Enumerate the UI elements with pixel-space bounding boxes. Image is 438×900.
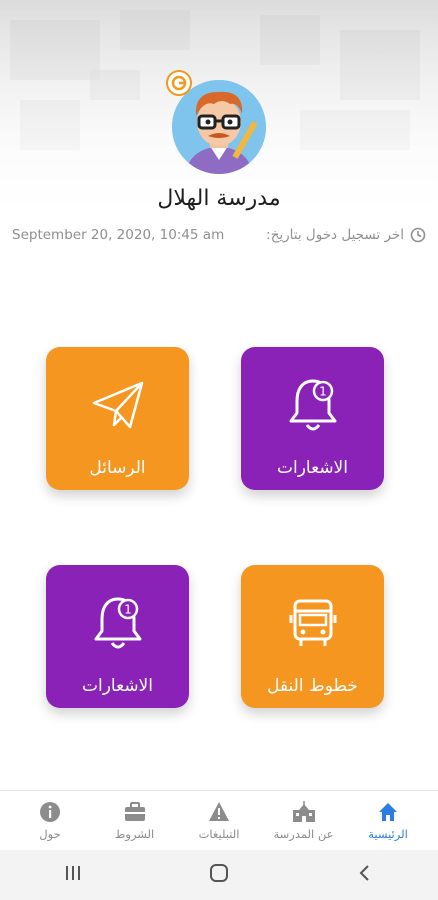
nav-about-school[interactable]: عن المدرسة <box>262 791 346 851</box>
bus-icon <box>289 599 336 646</box>
messages-tile[interactable]: الرسائل <box>46 347 189 490</box>
notifications-tile-2[interactable]: 1 الاشعارات <box>46 565 189 708</box>
briefcase-icon <box>124 802 145 821</box>
school-icon <box>292 801 315 822</box>
nav-terms-label: الشروط <box>114 827 155 841</box>
nav-reports[interactable]: التبليغات <box>177 791 261 851</box>
chevron-left-icon <box>359 865 370 881</box>
info-icon <box>40 802 60 822</box>
home-icon <box>379 803 397 821</box>
bell-icon: 1 <box>94 597 141 649</box>
nav-terms[interactable]: الشروط <box>93 791 177 851</box>
notifications-tile-2-label: الاشعارات <box>82 676 153 696</box>
system-navigation-bar <box>0 850 438 900</box>
school-name: مدرسة الهلال <box>157 186 281 211</box>
profile-badge <box>166 70 192 96</box>
notifications-tile[interactable]: 1 الاشعارات <box>241 347 384 490</box>
nav-about-school-label: عن المدرسة <box>273 827 334 841</box>
nav-about-label: حول <box>39 827 61 841</box>
nav-about[interactable]: حول <box>8 791 92 851</box>
paper-plane-icon <box>92 381 143 429</box>
logo-icon <box>171 75 187 91</box>
home-square-icon <box>209 864 228 882</box>
bottom-navigation: الرئيسية عن المدرسة التبليغات الشروط حول <box>0 790 438 850</box>
school-avatar[interactable] <box>172 80 266 174</box>
warning-icon <box>209 802 229 821</box>
back-button[interactable] <box>355 863 375 887</box>
messages-tile-label: الرسائل <box>89 458 146 478</box>
bell-badge-count: 1 <box>319 385 327 399</box>
transport-lines-tile-label: خطوط النقل <box>267 676 358 696</box>
nav-home[interactable]: الرئيسية <box>346 791 430 851</box>
bell-badge-count: 1 <box>124 603 132 617</box>
transport-lines-tile[interactable]: خطوط النقل <box>241 565 384 708</box>
home-system-button[interactable] <box>208 862 230 888</box>
last-login-value: September 20, 2020, 10:45 am <box>12 227 225 243</box>
recent-apps-icon <box>65 866 80 880</box>
notifications-tile-label: الاشعارات <box>277 458 348 478</box>
last-login-label: اخر تسجيل دخول بتاريخ: <box>266 227 404 243</box>
last-login-row: September 20, 2020, 10:45 am اخر تسجيل د… <box>0 226 438 246</box>
nav-reports-label: التبليغات <box>198 827 240 841</box>
bell-icon: 1 <box>289 379 336 431</box>
clock-icon <box>410 227 426 247</box>
recent-apps-button[interactable] <box>63 863 83 887</box>
nav-home-label: الرئيسية <box>368 827 408 841</box>
